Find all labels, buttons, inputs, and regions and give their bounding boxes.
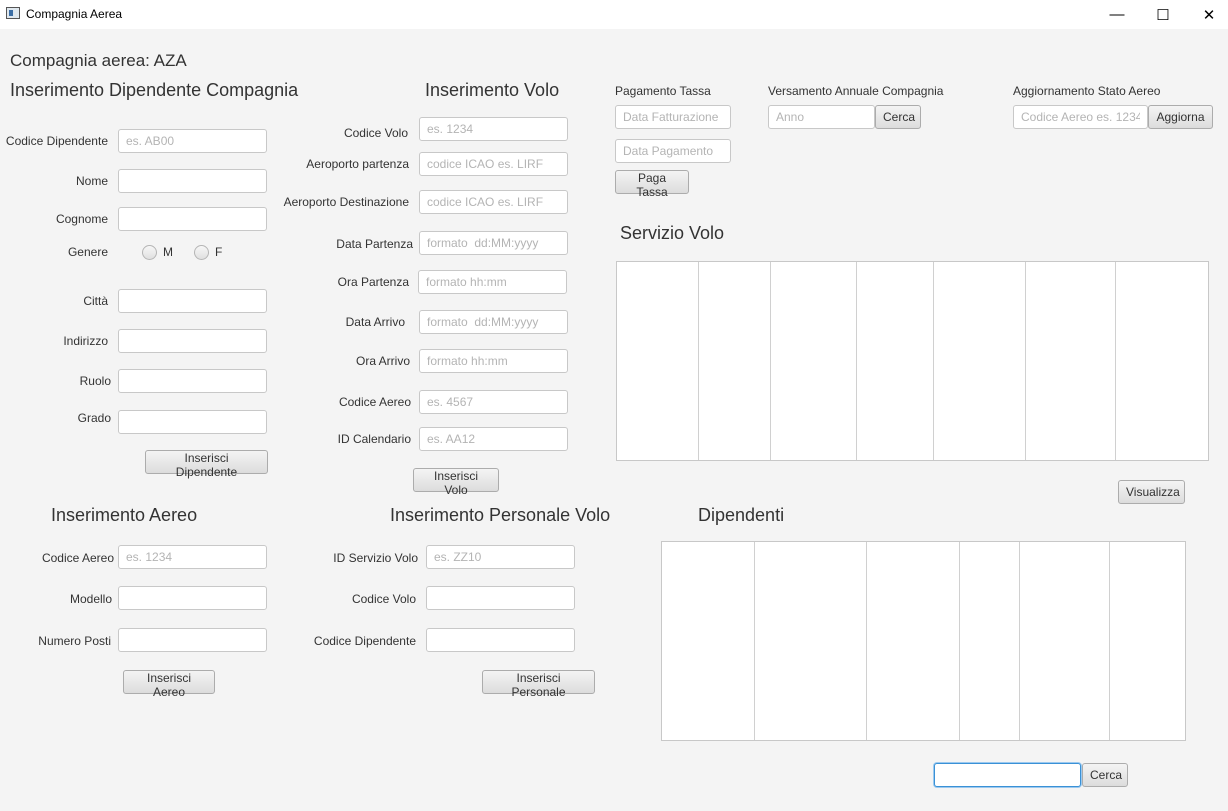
role-label: Ruolo: [79, 374, 111, 388]
plane-code-field[interactable]: [419, 390, 568, 414]
plane-form-heading: Inserimento Aereo: [51, 505, 198, 525]
gender-f-label: F: [215, 245, 223, 259]
model-label: Modello: [69, 592, 112, 606]
window-title: Compagnia Aerea: [26, 7, 123, 21]
maximize-button[interactable]: ☐: [1140, 0, 1186, 29]
arrival-date-field[interactable]: [419, 310, 568, 334]
flight-code-field[interactable]: [419, 117, 568, 141]
table-column: [1116, 262, 1208, 460]
staff-flight-code-label: Codice Volo: [351, 592, 416, 606]
employee-code-field[interactable]: [118, 129, 267, 153]
grade-field[interactable]: [118, 410, 267, 434]
arrival-date-label: Data Arrivo: [345, 315, 405, 329]
year-field[interactable]: [768, 105, 875, 129]
tax-payment-heading: Pagamento Tassa: [615, 84, 711, 98]
gender-m-radio[interactable]: [142, 245, 157, 260]
table-column: [771, 262, 858, 460]
service-id-field[interactable]: [426, 545, 575, 569]
employees-heading: Dipendenti: [698, 505, 785, 525]
plane-form-code-field[interactable]: [118, 545, 267, 569]
employee-code-label: Codice Dipendente: [5, 134, 108, 148]
plane-status-code-field[interactable]: [1013, 105, 1148, 129]
calendar-id-field[interactable]: [419, 427, 568, 451]
employee-surname-label: Cognome: [55, 212, 108, 226]
pay-tax-button[interactable]: Paga Tassa: [615, 170, 689, 199]
table-column: [1110, 542, 1185, 740]
departure-airport-label: Aeroporto partenza: [306, 157, 409, 171]
service-id-label: ID Servizio Volo: [333, 551, 418, 565]
table-column: [617, 262, 699, 460]
staff-flight-code-field[interactable]: [426, 586, 575, 610]
company-label: Compagnia aerea: AZA: [10, 51, 187, 70]
address-label: Indirizzo: [63, 334, 108, 348]
city-field[interactable]: [118, 289, 267, 313]
table-column: [699, 262, 772, 460]
plane-form-code-label: Codice Aereo: [41, 551, 114, 565]
city-label: Città: [83, 294, 108, 308]
departure-time-label: Ora Partenza: [337, 275, 409, 289]
seats-field[interactable]: [118, 628, 267, 652]
table-column: [934, 262, 1026, 460]
employee-name-field[interactable]: [118, 169, 267, 193]
table-column: [662, 542, 755, 740]
table-column: [867, 542, 960, 740]
arrival-time-field[interactable]: [419, 349, 568, 373]
employee-name-label: Nome: [75, 174, 108, 188]
seats-label: Numero Posti: [38, 634, 111, 648]
destination-airport-field[interactable]: [419, 190, 568, 214]
insert-staff-button[interactable]: Inserisci Personale: [482, 670, 595, 699]
flight-service-table[interactable]: [616, 261, 1209, 461]
minimize-button[interactable]: —: [1094, 0, 1140, 29]
departure-airport-field[interactable]: [419, 152, 568, 176]
employees-search-button[interactable]: Cerca: [1082, 763, 1128, 787]
model-field[interactable]: [118, 586, 267, 610]
arrival-time-label: Ora Arrivo: [355, 354, 410, 368]
staff-employee-code-field[interactable]: [426, 628, 575, 652]
gender-m-label: M: [163, 245, 173, 259]
staff-employee-code-label: Codice Dipendente: [313, 634, 416, 648]
departure-date-field[interactable]: [419, 231, 568, 255]
employee-form-heading: Inserimento Dipendente Compagnia: [10, 80, 299, 100]
departure-time-field[interactable]: [418, 270, 567, 294]
employee-surname-field[interactable]: [118, 207, 267, 231]
calendar-id-label: ID Calendario: [337, 432, 411, 446]
insert-employee-button[interactable]: Inserisci Dipendente: [145, 450, 268, 479]
annual-payment-heading: Versamento Annuale Compagnia: [768, 84, 944, 98]
gender-label: Genere: [67, 245, 108, 259]
show-flight-service-button[interactable]: Visualizza: [1118, 480, 1185, 504]
payment-date-field[interactable]: [615, 139, 731, 163]
flight-service-heading: Servizio Volo: [620, 223, 725, 243]
table-column: [755, 542, 868, 740]
grade-label: Grado: [77, 411, 111, 425]
staff-form-heading: Inserimento Personale Volo: [390, 505, 611, 525]
plane-code-label: Codice Aereo: [338, 395, 411, 409]
flight-form-heading: Inserimento Volo: [425, 80, 560, 100]
address-field[interactable]: [118, 329, 267, 353]
plane-status-heading: Aggiornamento Stato Aereo: [1013, 84, 1161, 98]
flight-code-label: Codice Volo: [343, 126, 408, 140]
insert-flight-button[interactable]: Inserisci Volo: [413, 468, 499, 497]
employees-search-field[interactable]: [934, 763, 1081, 787]
annual-search-button[interactable]: Cerca: [875, 105, 921, 129]
table-column: [960, 542, 1020, 740]
destination-airport-label: Aeroporto Destinazione: [283, 195, 409, 209]
gender-f-radio[interactable]: [194, 245, 209, 260]
role-field[interactable]: [118, 369, 267, 393]
title-bar: Compagnia Aerea — ☐ ✕: [0, 0, 1228, 29]
insert-plane-button[interactable]: Inserisci Aereo: [123, 670, 215, 699]
departure-date-label: Data Partenza: [336, 237, 413, 251]
app-icon: [6, 7, 20, 19]
billing-date-field[interactable]: [615, 105, 731, 129]
close-button[interactable]: ✕: [1186, 0, 1228, 29]
table-column: [1020, 542, 1111, 740]
update-status-button[interactable]: Aggiorna: [1148, 105, 1213, 129]
table-column: [1026, 262, 1117, 460]
employees-table[interactable]: [661, 541, 1186, 741]
table-column: [857, 262, 934, 460]
